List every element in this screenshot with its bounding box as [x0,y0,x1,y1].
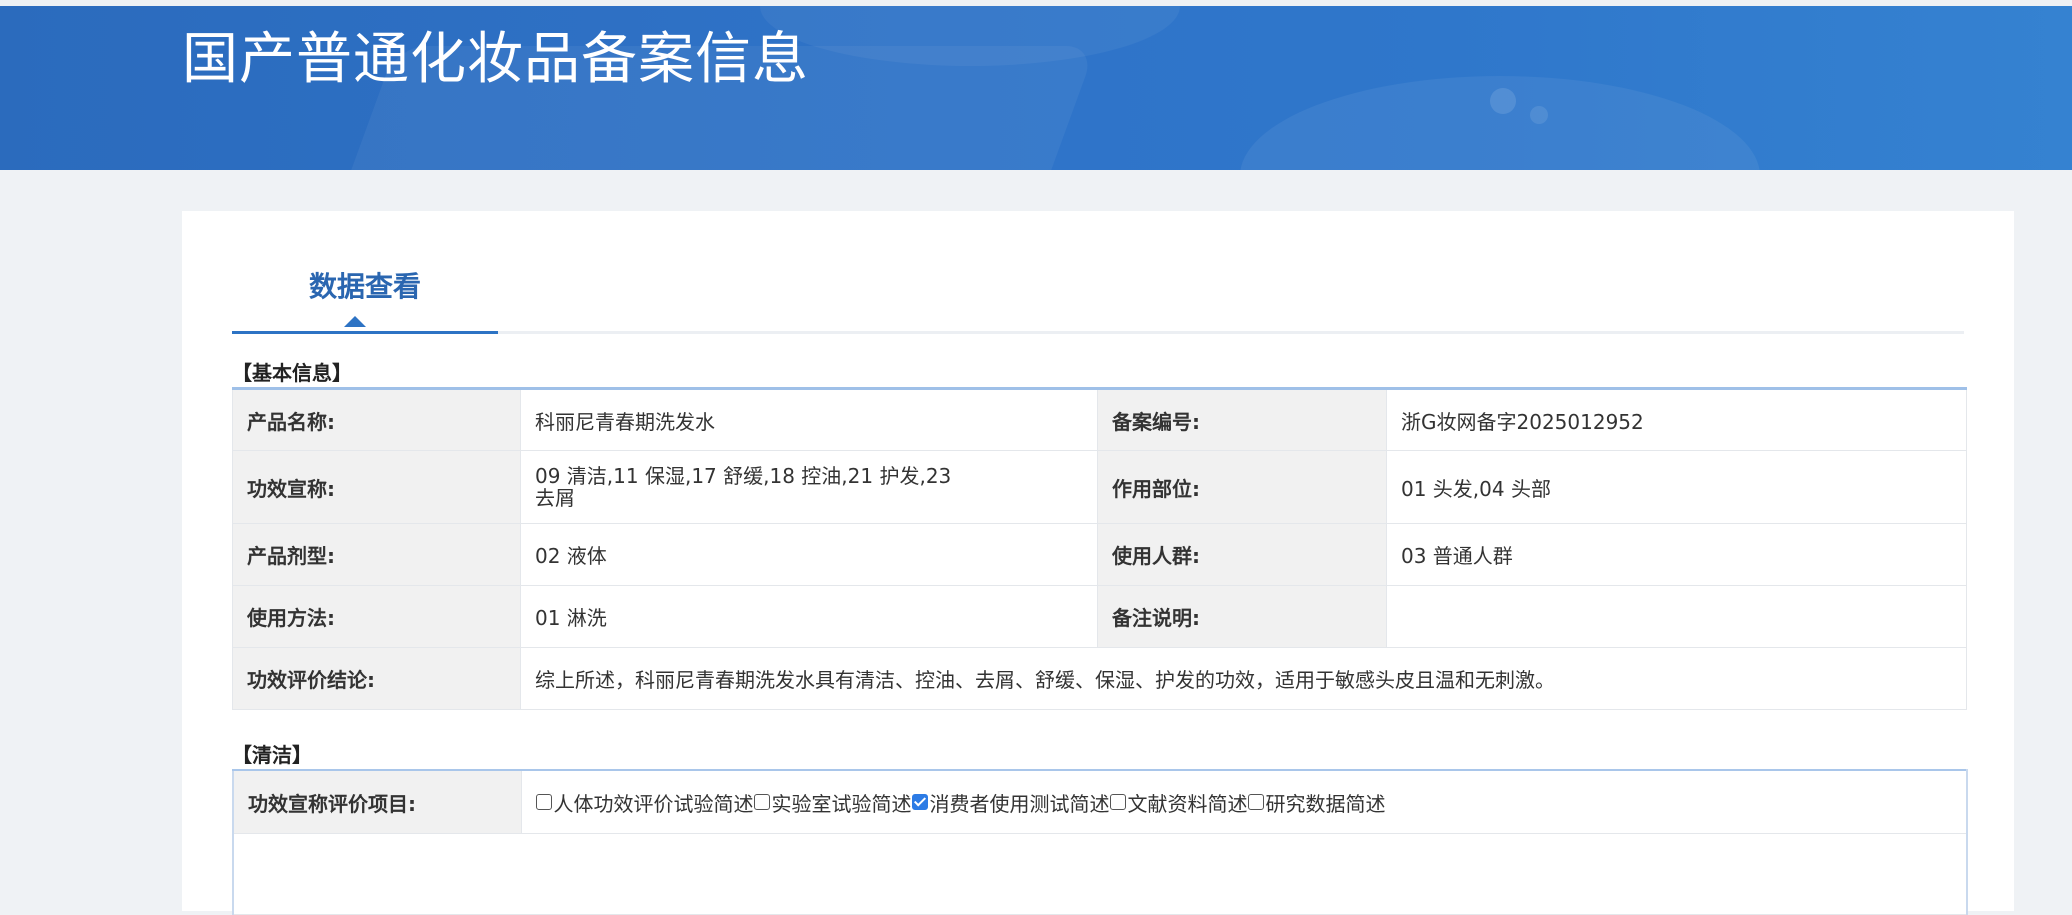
application-area-label: 作用部位: [1097,450,1387,524]
evaluation-detail-area [232,833,1968,915]
product-name-label: 产品名称: [232,388,521,451]
tab-active-indicator-icon [344,316,366,327]
checkbox-icon[interactable] [753,794,770,810]
header-decoration [1490,88,1516,114]
remarks-value [1386,585,1967,648]
efficacy-value-line1: 09 清洁,11 保湿,17 舒缓,18 控油,21 护发,23 [535,464,952,488]
dosage-form-label: 产品剂型: [232,523,521,586]
checkbox-icon[interactable] [535,794,552,810]
section-title-clean: 【清洁】 [232,743,312,767]
checkbox-label: 文献资料简述 [1127,791,1248,816]
table-row: 功效宣称评价项目: 人体功效评价试验简述 实验室试验简述 消费者使用测试简述 文… [232,769,1968,834]
section-title-basic-info: 【基本信息】 [232,361,352,385]
table-row: 产品名称: 科丽尼青春期洗发水 备案编号: 浙G妆网备字2025012952 [232,388,1967,451]
checkbox-label: 人体功效评价试验简述 [553,791,754,816]
checkbox-option-consumer-test[interactable]: 消费者使用测试简述 [911,788,1110,817]
efficacy-value: 09 清洁,11 保湿,17 舒缓,18 控油,21 护发,23 去屑 [520,450,1098,524]
record-no-value: 浙G妆网备字2025012952 [1386,388,1967,451]
checkbox-option-literature[interactable]: 文献资料简述 [1109,788,1248,817]
clean-table: 功效宣称评价项目: 人体功效评价试验简述 实验室试验简述 消费者使用测试简述 文… [232,769,1968,915]
checkbox-checked-icon[interactable] [911,794,928,810]
product-name-value: 科丽尼青春期洗发水 [520,388,1098,451]
table-row: 功效评价结论: 综上所述，科丽尼青春期洗发水具有清洁、控油、去屑、舒缓、保湿、护… [232,647,1967,710]
checkbox-label: 研究数据简述 [1265,791,1386,816]
record-no-label: 备案编号: [1097,388,1387,451]
page-header: 国产普通化妆品备案信息 [0,6,2072,170]
checkbox-icon[interactable] [1109,794,1126,810]
dosage-form-value: 02 液体 [520,523,1098,586]
evaluation-items-label: 功效宣称评价项目: [232,769,522,834]
content-card: 数据查看 【基本信息】 产品名称: 科丽尼青春期洗发水 备案编号: 浙G妆网备字… [182,211,2014,915]
evaluation-checkbox-group: 人体功效评价试验简述 实验室试验简述 消费者使用测试简述 文献资料简述 研究数据… [535,788,1953,817]
page-title: 国产普通化妆品备案信息 [182,27,809,92]
target-group-value: 03 普通人群 [1386,523,1967,586]
table-row [232,833,1968,915]
table-row: 功效宣称: 09 清洁,11 保湿,17 舒缓,18 控油,21 护发,23 去… [232,450,1967,524]
conclusion-value: 综上所述，科丽尼青春期洗发水具有清洁、控油、去屑、舒缓、保湿、护发的功效，适用于… [520,647,1967,710]
target-group-label: 使用人群: [1097,523,1387,586]
checkbox-icon[interactable] [1247,794,1264,810]
table-row: 使用方法: 01 淋洗 备注说明: [232,585,1967,648]
application-area-value: 01 头发,04 头部 [1386,450,1967,524]
header-decoration [1530,106,1548,124]
checkbox-option-lab-test[interactable]: 实验室试验简述 [753,788,912,817]
efficacy-label: 功效宣称: [232,450,521,524]
checkbox-option-research-data[interactable]: 研究数据简述 [1247,788,1386,817]
efficacy-value-line2: 去屑 [535,486,575,510]
usage-label: 使用方法: [232,585,521,648]
remarks-label: 备注说明: [1097,585,1387,648]
checkbox-option-human-trial[interactable]: 人体功效评价试验简述 [535,788,754,817]
checkbox-label: 实验室试验简述 [771,791,912,816]
basic-info-table: 产品名称: 科丽尼青春期洗发水 备案编号: 浙G妆网备字2025012952 功… [232,387,1967,710]
evaluation-items-value: 人体功效评价试验简述 实验室试验简述 消费者使用测试简述 文献资料简述 研究数据… [520,769,1968,834]
table-row: 产品剂型: 02 液体 使用人群: 03 普通人群 [232,523,1967,586]
checkbox-label: 消费者使用测试简述 [929,791,1110,816]
conclusion-label: 功效评价结论: [232,647,521,710]
usage-value: 01 淋洗 [520,585,1098,648]
tab-bar: 数据查看 [232,251,1964,334]
